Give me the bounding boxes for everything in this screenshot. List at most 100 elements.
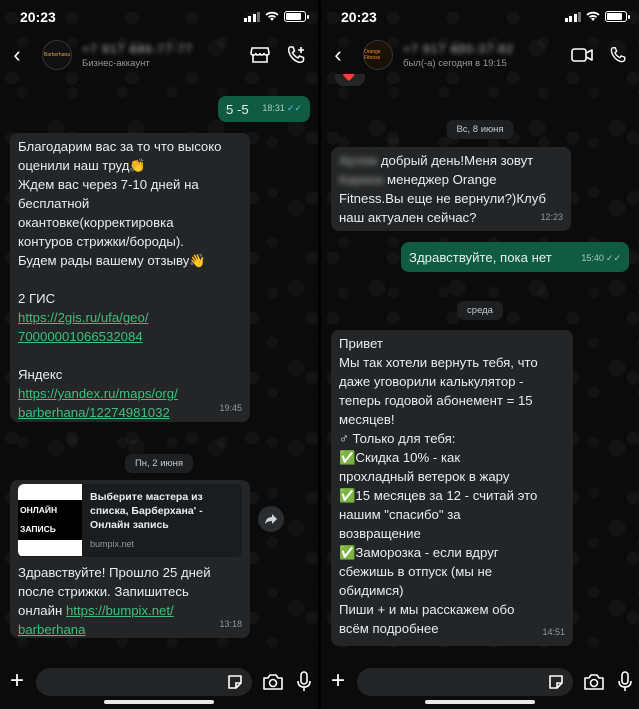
message-line: обидимся): [339, 583, 404, 598]
heart-icon: ❤️: [342, 74, 356, 82]
wifi-icon: [586, 11, 600, 21]
camera-icon[interactable]: [262, 673, 284, 691]
message-outgoing[interactable]: 5 -5 18:31 ✓✓: [218, 96, 310, 122]
message-time: 13:18: [219, 619, 242, 629]
contact-info[interactable]: +7 917 446-77-77 Бизнес-аккаунт: [82, 42, 250, 69]
contact-subtitle: был(-а) сегодня в 19:15: [403, 57, 507, 69]
link-bumpix-continued[interactable]: barberhana: [18, 620, 242, 639]
message-input[interactable]: [36, 668, 252, 696]
link-2gis[interactable]: https://2gis.ru/ufa/geo/: [18, 308, 242, 327]
message-line: Будем рады вашему отзыву👋: [18, 253, 206, 268]
message-line: Яндекс: [18, 367, 63, 382]
message-time: 14:51: [542, 627, 565, 637]
plus-icon[interactable]: +: [6, 667, 28, 695]
message-incoming-with-preview[interactable]: ОНЛАЙН ЗАПИСЬ Выберите мастера из списка…: [10, 480, 250, 638]
back-chevron-icon[interactable]: ‹: [323, 42, 353, 68]
message-line: Мы так хотели вернуть тебя, что: [339, 355, 538, 370]
status-time: 20:23: [341, 9, 377, 25]
message-list[interactable]: ❤️ Вс, 8 июня Артем добрый день!Меня зов…: [321, 74, 639, 661]
message-time: 19:45: [219, 403, 242, 413]
composer-bar: +: [321, 661, 639, 709]
message-line: всём подробнее: [339, 621, 439, 636]
date-separator: Вс, 8 июня: [446, 120, 514, 139]
link-yandex[interactable]: https://yandex.ru/maps/org/: [18, 384, 242, 403]
message-line: Привет: [339, 336, 383, 351]
sticker-icon[interactable]: [547, 673, 565, 691]
add-call-icon[interactable]: [286, 45, 306, 65]
message-input[interactable]: [357, 668, 573, 696]
message-time: 15:40: [581, 253, 604, 263]
contact-info[interactable]: +7 917 400-37-82 был(-а) сегодня в 19:15: [403, 42, 571, 69]
message-time: 18:31: [262, 103, 285, 113]
redacted-name: Карина: [339, 172, 384, 187]
phone-icon[interactable]: [609, 46, 627, 64]
link-yandex-continued[interactable]: barberhana/12274981032: [18, 403, 242, 422]
avatar-logo-text: Barberhana: [43, 52, 71, 58]
cellular-signal-icon: [564, 11, 581, 22]
message-line: Ждем вас через 7-10 дней на: [18, 177, 199, 192]
forward-button[interactable]: [258, 506, 284, 532]
chat-pane-right: 20:23 ‹ Orange Fitness +7 917 400-37-82 …: [321, 0, 639, 709]
message-text: Здравствуйте, пока нет: [409, 250, 552, 265]
home-indicator: [104, 700, 214, 704]
video-call-icon[interactable]: [571, 47, 593, 63]
message-line: Пиши + и мы расскажем обо: [339, 602, 515, 617]
cellular-signal-icon: [243, 11, 260, 22]
camera-icon[interactable]: [583, 673, 605, 691]
plus-icon[interactable]: +: [327, 667, 349, 695]
preview-image-text: ОНЛАЙН ЗАПИСЬ: [18, 500, 82, 540]
contact-name: +7 917 400-37-82: [403, 41, 515, 56]
message-list[interactable]: 5 -5 18:31 ✓✓ Благодарим вас за то что вы…: [0, 74, 318, 661]
link-bumpix[interactable]: https://bumpix.net/: [66, 603, 174, 618]
composer-bar: +: [0, 661, 318, 709]
read-ticks-icon: ✓✓: [605, 253, 621, 263]
home-indicator: [425, 700, 535, 704]
message-line: ✅Скидка 10% - как: [339, 450, 461, 465]
status-time: 20:23: [20, 9, 56, 25]
avatar[interactable]: Barberhana: [42, 40, 72, 70]
message-incoming[interactable]: Благодарим вас за то что высоко оценили …: [10, 133, 250, 422]
link-preview-card[interactable]: ОНЛАЙН ЗАПИСЬ Выберите мастера из списка…: [18, 484, 242, 557]
message-line: прохладный ветерок в жару: [339, 469, 510, 484]
message-line: онлайн: [18, 603, 66, 618]
message-line: добрый день!Меня зовут: [380, 153, 534, 168]
read-ticks-icon: ✓✓: [286, 103, 302, 113]
message-line: сбежишь в отпуск (мы не: [339, 564, 493, 579]
wifi-icon: [265, 11, 279, 21]
message-line: теперь годовой абонемент = 15: [339, 393, 533, 408]
message-incoming[interactable]: Артем добрый день!Меня зовут Карина мене…: [331, 147, 571, 231]
message-line: контуров стрижки/бороды).: [18, 234, 184, 249]
message-line: менеджер Orange: [387, 172, 497, 187]
battery-icon: [605, 11, 630, 22]
link-2gis-continued[interactable]: 70000001066532084: [18, 327, 242, 346]
message-incoming[interactable]: Привет Мы так хотели вернуть тебя, что д…: [331, 330, 573, 646]
date-separator: Пн, 2 июня: [124, 454, 194, 473]
date-separator: среда: [457, 301, 503, 320]
message-line: ✅Заморозка - если вдруг: [339, 545, 499, 560]
message-line: Fitness.Вы еще не вернули?)Клуб: [339, 191, 546, 206]
status-bar: 20:23: [321, 0, 639, 36]
message-line: оценили наш труд👏: [18, 158, 146, 173]
message-line: возвращение: [339, 526, 421, 541]
message-reaction[interactable]: ❤️: [335, 74, 365, 86]
chat-header: ‹ Orange Fitness +7 917 400-37-82 был(-а…: [321, 36, 639, 74]
message-line: окантовке(корректировка: [18, 215, 174, 230]
redacted-name: Артем: [339, 153, 378, 168]
message-line: после стрижки. Запишитесь: [18, 584, 189, 599]
contact-name: +7 917 446-77-77: [82, 41, 194, 56]
message-line: Благодарим вас за то что высоко: [18, 139, 222, 154]
message-text: 5 -5: [226, 102, 249, 117]
message-line: месяцев!: [339, 412, 395, 427]
message-line: наш актуален сейчас?: [339, 210, 477, 225]
link-preview-image: ОНЛАЙН ЗАПИСЬ: [18, 484, 82, 556]
battery-icon: [284, 11, 309, 22]
sticker-icon[interactable]: [226, 673, 244, 691]
message-outgoing[interactable]: Здравствуйте, пока нет 15:40 ✓✓: [401, 242, 629, 272]
chat-pane-left: 20:23 ‹ Barberhana +7 917 446-77-77 Бизн…: [0, 0, 318, 709]
back-chevron-icon[interactable]: ‹: [2, 42, 32, 68]
microphone-icon[interactable]: [296, 671, 312, 693]
avatar[interactable]: Orange Fitness: [363, 40, 393, 70]
status-bar: 20:23: [0, 0, 318, 36]
shop-icon[interactable]: [250, 46, 270, 64]
microphone-icon[interactable]: [617, 671, 633, 693]
